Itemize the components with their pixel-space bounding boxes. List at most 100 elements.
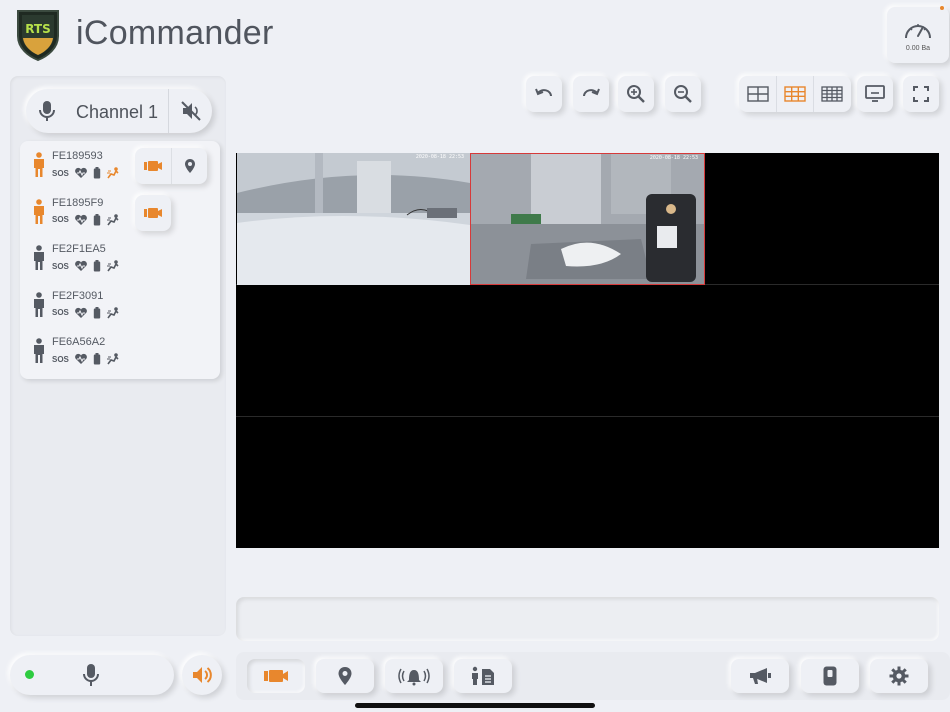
fullscreen-button[interactable] [903,76,939,112]
device-list-item[interactable]: FE2F1EA5 SOS [20,237,220,283]
gauge-value: 0.00 Ba [905,45,931,52]
video-icon [264,670,288,682]
monitor-button[interactable] [857,76,893,112]
settings-button[interactable] [870,659,928,693]
person-icon [32,198,46,225]
video-timestamp: 2020-08-18 22:53 [649,155,698,161]
rts-logo: RTS [14,8,62,62]
zoom-out-button[interactable] [665,76,701,112]
megaphone-icon [750,668,771,684]
sos-label: SOS [52,308,69,317]
location-pin-icon [338,667,352,685]
device-id: FE2F1EA5 [52,243,106,255]
video-tile-2-selected[interactable]: 2020-08-18 22:53 [470,153,705,285]
device-icon [823,666,837,686]
device-id: FE6A56A2 [52,336,106,348]
monitor-icon [865,85,885,102]
talk-mic-icon [80,662,102,688]
gauge-icon [905,24,931,39]
heart-rate-icon [74,214,88,226]
zoom-in-button[interactable] [618,76,654,112]
device-status-icons: SOS [52,353,120,365]
svg-text:RTS: RTS [25,22,51,36]
video-icon [144,207,162,219]
video-icon [144,160,162,172]
sos-label: SOS [52,215,69,224]
video-tile-1[interactable]: 2020-08-18 22:53 [237,153,470,285]
heart-rate-icon [74,167,88,179]
device-location-button[interactable] [171,148,207,184]
heart-rate-icon [74,307,88,319]
mute-speaker-icon[interactable] [180,100,202,122]
personnel-report-tab-button[interactable] [454,659,512,693]
location-pin-icon [184,158,196,174]
device-video-button[interactable] [135,195,171,231]
layout-selector [739,76,851,112]
speaker-volume-icon [193,667,212,683]
grid-4x4-icon [821,86,843,102]
device-status-icons: SOS [52,167,120,179]
redo-icon [583,88,600,97]
fall-detection-icon [106,353,120,365]
broadcast-button[interactable] [731,659,789,693]
channel-mic-icon[interactable] [36,99,58,123]
layout-2x2-button[interactable] [739,76,776,112]
heart-rate-icon [74,353,88,365]
undo-button[interactable] [526,76,562,112]
device-list-item[interactable]: FE189593 SOS [20,144,220,190]
device-actions [135,148,207,184]
app-title: iCommander [76,14,274,52]
camera-feed-image [471,154,704,284]
device-list-item[interactable]: FE6A56A2 SOS [20,330,220,376]
device-list-item[interactable]: FE1895F9 SOS [20,191,220,237]
device-video-button[interactable] [135,148,171,184]
redo-button[interactable] [573,76,609,112]
home-indicator [355,703,595,708]
device-status-icons: SOS [52,213,120,226]
gear-icon [889,666,909,686]
zoom-in-icon [627,85,645,103]
notification-dot [940,6,944,10]
sos-label: SOS [52,261,69,271]
device-id: FE189593 [52,150,103,162]
device-status-icons: SOS [52,306,120,319]
divider [168,89,169,133]
person-icon [32,338,46,364]
layout-4x4-button[interactable] [813,76,850,112]
video-timestamp: 2020-08-18 22:53 [415,154,464,160]
device-list-item[interactable]: FE2F3091 SOS [20,284,220,330]
grid-3x3-icon [784,86,806,102]
battery-icon [93,167,101,179]
device-id: FE1895F9 [52,196,104,209]
fullscreen-icon [913,86,929,102]
heart-rate-icon [74,260,88,272]
alarm-tab-button[interactable] [385,659,443,693]
camera-feed-image [237,153,470,285]
battery-icon [93,353,101,365]
location-tab-button[interactable] [316,659,374,693]
pressure-gauge-button[interactable]: 0.00 Ba [887,7,949,63]
device-id: FE2F3091 [52,289,104,302]
layout-3x3-button[interactable] [776,76,813,112]
zoom-out-icon [674,85,692,103]
battery-icon [93,260,101,272]
device-status-icons: SOS [52,260,120,272]
battery-icon [93,306,101,319]
person-report-icon [472,666,494,685]
video-tab-button[interactable] [247,659,305,693]
device-actions [135,194,171,231]
status-strip [236,597,939,641]
channel-label: Channel 1 [76,102,159,122]
fall-detection-icon [106,260,120,272]
fall-detection-icon [106,306,120,319]
battery-icon [93,213,101,226]
undo-icon [535,88,552,97]
person-icon [32,152,46,178]
sos-label: SOS [52,168,69,178]
alarm-bell-icon [398,668,430,686]
fall-detection-icon [106,213,120,226]
fall-detection-icon [106,167,120,179]
sos-label: SOS [52,354,69,364]
device-button[interactable] [801,659,859,693]
speaker-button[interactable] [182,655,222,695]
